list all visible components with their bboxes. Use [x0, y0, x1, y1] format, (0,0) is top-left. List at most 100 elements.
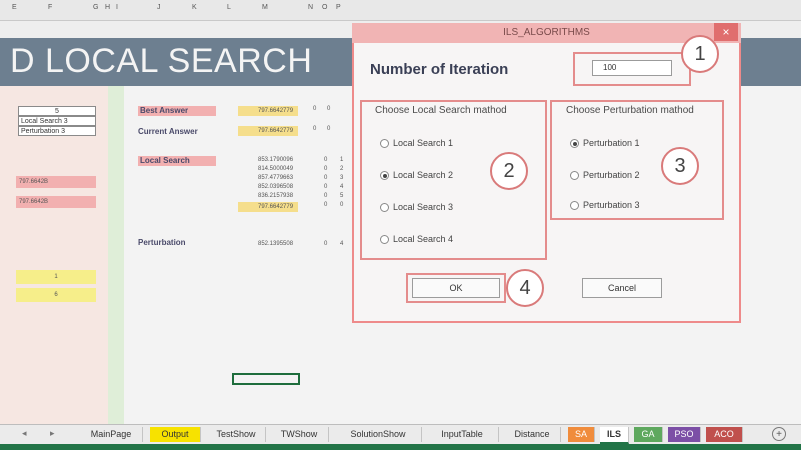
cell-iterations[interactable]: 5 — [18, 106, 96, 116]
radio-perturbation-1[interactable]: Perturbation 1 — [570, 138, 640, 149]
tab-mainpage[interactable]: MainPage — [80, 427, 143, 442]
ls-zero: 0 — [324, 193, 328, 199]
tab-inputtable[interactable]: InputTable — [426, 427, 499, 442]
radio-label: Perturbation 2 — [583, 170, 640, 180]
tab-scroll-right-icon[interactable]: ▸ — [50, 428, 55, 439]
radio-label: Local Search 4 — [393, 234, 454, 244]
cell-local-search[interactable]: Local Search 3 — [18, 116, 96, 126]
ls-count[interactable]: 3 — [340, 175, 343, 181]
best-count-2: 0 — [327, 106, 331, 112]
column-header[interactable]: M — [262, 4, 268, 11]
column-header[interactable]: L — [227, 4, 231, 11]
ok-button[interactable]: OK — [412, 278, 500, 298]
radio-perturbation-3[interactable]: Perturbation 3 — [570, 200, 640, 211]
ls-value[interactable]: 852.0396508 — [258, 184, 293, 190]
column-header[interactable]: E — [12, 4, 17, 11]
radio-selected-icon — [380, 171, 389, 181]
green-column — [108, 86, 124, 426]
ls-zero: 0 — [324, 202, 328, 208]
tab-testshow[interactable]: TestShow — [207, 427, 266, 442]
ls-count[interactable]: 2 — [340, 166, 343, 172]
radio-icon — [570, 171, 579, 181]
ls-value[interactable]: 857.4779663 — [258, 175, 293, 181]
best-answer-value[interactable]: 797.6642779 — [238, 106, 298, 116]
tab-sa[interactable]: SA — [568, 427, 595, 442]
column-header[interactable]: N — [308, 4, 313, 11]
column-header-row: E F G H I J K L M N O P — [0, 0, 801, 21]
radio-perturbation-2[interactable]: Perturbation 2 — [570, 170, 640, 181]
radio-label: Perturbation 1 — [583, 138, 640, 148]
label-local-search: Local Search — [138, 156, 216, 166]
cell-yellow-value[interactable]: 6 — [16, 288, 96, 302]
ls-value[interactable]: 836.2157938 — [258, 193, 293, 199]
current-count: 0 — [313, 126, 317, 132]
callout-badge: 3 — [661, 147, 699, 185]
tab-output[interactable]: Output — [150, 427, 201, 442]
ls-zero: 0 — [324, 166, 328, 172]
cell-yellow-value[interactable]: 1 — [16, 270, 96, 284]
left-pink-panel — [0, 86, 108, 426]
column-header[interactable]: P — [336, 4, 341, 11]
local-search-group-title: Choose Local Search mathod — [375, 105, 507, 116]
tab-pso[interactable]: PSO — [668, 427, 701, 442]
ls-zero: 0 — [324, 157, 328, 163]
callout-badge: 1 — [681, 35, 719, 73]
best-count: 0 — [313, 106, 317, 112]
current-count-2: 0 — [327, 126, 331, 132]
ls-zero: 0 — [324, 184, 328, 190]
radio-icon — [380, 203, 389, 213]
radio-label: Local Search 1 — [393, 138, 454, 148]
tab-distance[interactable]: Distance — [504, 427, 561, 442]
callout-badge: 2 — [490, 152, 528, 190]
label-perturbation: Perturbation — [138, 238, 186, 247]
status-bar — [0, 444, 801, 450]
radio-local-search-1[interactable]: Local Search 1 — [380, 138, 454, 149]
banner-title: D LOCAL SEARCH — [10, 42, 313, 80]
current-answer-value[interactable]: 797.6642779 — [238, 126, 298, 136]
ls-value[interactable]: 853.1790096 — [258, 157, 293, 163]
tab-solutionshow[interactable]: SolutionShow — [335, 427, 422, 442]
label-best-answer: Best Answer — [138, 106, 216, 116]
perturb-count[interactable]: 4 — [340, 241, 343, 247]
radio-label: Perturbation 3 — [583, 200, 640, 210]
iteration-label: Number of Iteration — [370, 61, 509, 78]
tab-ga[interactable]: GA — [634, 427, 663, 442]
ls-count[interactable]: 1 — [340, 157, 343, 163]
iteration-input[interactable]: 100 — [592, 60, 672, 76]
perturbation-group-title: Choose Perturbation mathod — [566, 105, 694, 116]
column-header[interactable]: I — [116, 4, 118, 11]
column-header[interactable]: H — [105, 4, 110, 11]
radio-label: Local Search 3 — [393, 202, 454, 212]
column-header[interactable]: J — [157, 4, 161, 11]
add-sheet-icon[interactable]: + — [772, 427, 786, 441]
ls-count[interactable]: 4 — [340, 184, 343, 190]
ls-value[interactable]: 814.5000049 — [258, 166, 293, 172]
radio-local-search-2[interactable]: Local Search 2 — [380, 170, 454, 181]
tab-ils[interactable]: ILS — [600, 427, 629, 444]
dialog-title: ILS_ALGORITHMS — [503, 27, 590, 38]
column-header[interactable]: F — [48, 4, 52, 11]
ls-count[interactable]: 0 — [340, 202, 343, 208]
radio-icon — [570, 201, 579, 211]
ls-value[interactable]: 797.6642779 — [238, 202, 298, 212]
radio-selected-icon — [570, 139, 579, 149]
label-current-answer: Current Answer — [138, 127, 198, 136]
selected-cell[interactable] — [232, 373, 300, 385]
close-button[interactable]: × — [714, 23, 738, 41]
cell-perturbation[interactable]: Perturbation 3 — [18, 126, 96, 136]
radio-local-search-4[interactable]: Local Search 4 — [380, 234, 454, 245]
cell-pink-value[interactable]: 797.6642B — [16, 196, 96, 208]
ls-count[interactable]: 5 — [340, 193, 343, 199]
radio-label: Local Search 2 — [393, 170, 454, 180]
radio-local-search-3[interactable]: Local Search 3 — [380, 202, 454, 213]
cell-pink-value[interactable]: 797.6642B — [16, 176, 96, 188]
radio-icon — [380, 235, 389, 245]
cancel-button[interactable]: Cancel — [582, 278, 662, 298]
tab-aco[interactable]: ACO — [706, 427, 743, 442]
tab-twshow[interactable]: TWShow — [270, 427, 329, 442]
tab-scroll-left-icon[interactable]: ◂ — [22, 428, 27, 439]
column-header[interactable]: O — [322, 4, 327, 11]
column-header[interactable]: G — [93, 4, 98, 11]
perturb-value[interactable]: 852.1395508 — [258, 241, 293, 247]
column-header[interactable]: K — [192, 4, 197, 11]
